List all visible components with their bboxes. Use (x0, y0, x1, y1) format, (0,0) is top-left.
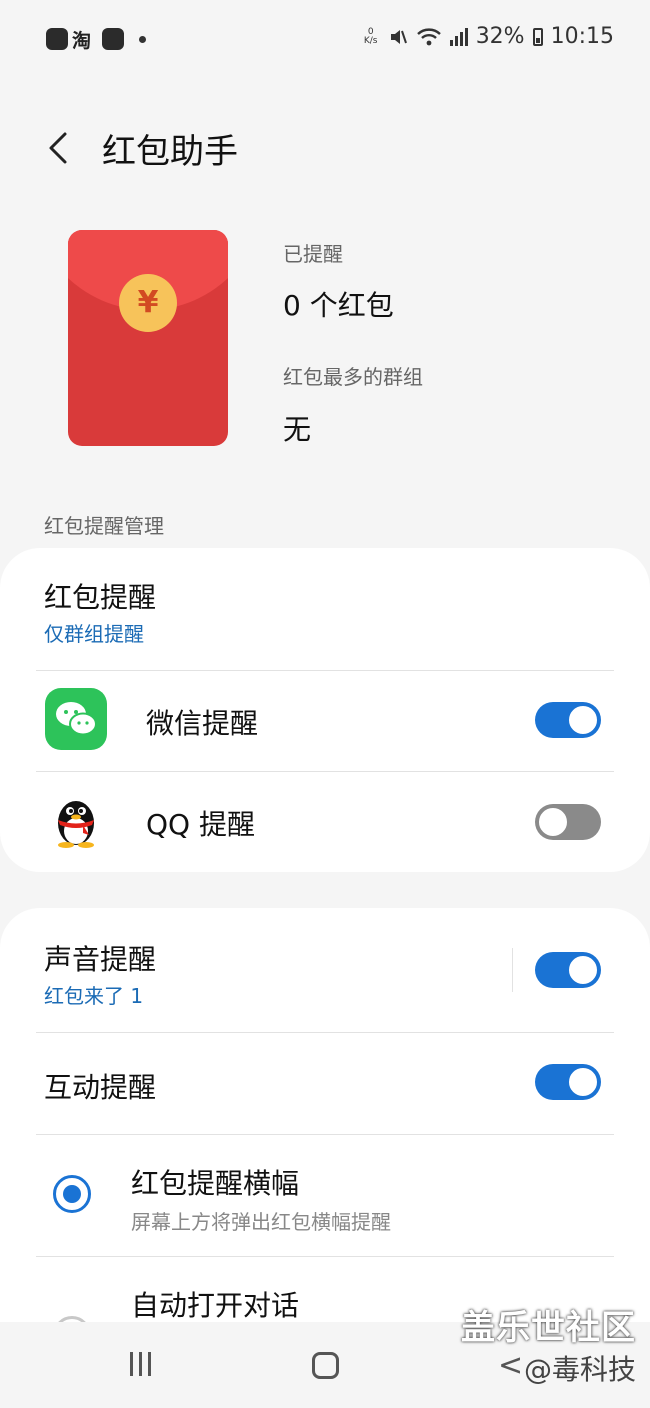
interactive-reminder-row[interactable]: 互动提醒 (0, 1032, 650, 1134)
interactive-reminder-toggle[interactable] (535, 1064, 601, 1100)
home-button[interactable] (312, 1352, 339, 1379)
qq-reminder-label: QQ 提醒 (146, 808, 255, 841)
taobao-notification-icon: 淘 (72, 30, 92, 52)
network-speed-unit: K/s (363, 35, 378, 46)
qq-reminder-row[interactable]: QQ 提醒 (0, 771, 650, 872)
top-group-value: 无 (283, 413, 312, 446)
mute-icon (390, 29, 407, 44)
yuan-coin-icon: ¥ (119, 274, 177, 332)
reminder-mode-row[interactable]: 红包提醒 仅群组提醒 (0, 548, 650, 670)
banner-option-row[interactable]: 红包提醒横幅 屏幕上方将弹出红包横幅提醒 (0, 1134, 650, 1256)
battery-icon (532, 27, 543, 46)
red-envelope-illustration: ¥ (68, 230, 228, 446)
clock: 10:15 (550, 24, 614, 49)
banner-option-title: 红包提醒横幅 (131, 1167, 300, 1200)
battery-percent: 32% (475, 24, 525, 49)
sound-reminder-row[interactable]: 声音提醒 红包来了 1 (0, 908, 650, 1032)
auto-open-option-title: 自动打开对话 (131, 1289, 300, 1322)
sound-reminder-toggle[interactable] (535, 952, 601, 988)
vertical-separator (512, 948, 513, 992)
status-bar: 淘 0 K/s 32% 10:15 (0, 0, 650, 76)
interactive-reminder-title: 互动提醒 (44, 1071, 157, 1104)
reminder-mode-value: 仅群组提醒 (44, 622, 144, 646)
reminded-count: 0 个红包 (283, 289, 394, 322)
notification-check-icon (46, 28, 68, 50)
back-button[interactable] (40, 128, 80, 168)
wechat-reminder-toggle[interactable] (535, 702, 601, 738)
reminder-mode-title: 红包提醒 (44, 581, 157, 614)
banner-radio[interactable] (53, 1175, 91, 1213)
reminded-label: 已提醒 (283, 242, 343, 266)
watermark-community: 盖乐世社区 (461, 1308, 636, 1348)
wifi-icon (416, 27, 441, 45)
status-indicators: 0 K/s 32% 10:15 (362, 24, 614, 49)
reminder-settings-card: 红包提醒 仅群组提醒 微信提醒 QQ 提醒 (0, 548, 650, 872)
nav-back-icon[interactable]: < (498, 1348, 523, 1383)
recent-apps-button[interactable] (130, 1352, 151, 1376)
qq-penguin-icon (45, 789, 107, 851)
page-title: 红包助手 (102, 132, 238, 172)
network-speed: 0 K/s (362, 27, 380, 46)
watermark-author: @毒科技 (523, 1353, 636, 1386)
sound-reminder-value: 红包来了 1 (44, 984, 144, 1008)
banner-option-description: 屏幕上方将弹出红包横幅提醒 (131, 1210, 391, 1234)
section-title: 红包提醒管理 (44, 514, 164, 538)
wechat-reminder-label: 微信提醒 (146, 707, 259, 740)
more-notifications-dot-icon (139, 36, 146, 43)
signal-icon (449, 27, 468, 46)
notification-check-icon-2 (102, 28, 124, 50)
qq-reminder-toggle[interactable] (535, 804, 601, 840)
sound-settings-card: 声音提醒 红包来了 1 互动提醒 红包提醒横幅 屏幕上方将弹出红包横幅提醒 自动… (0, 908, 650, 1322)
chevron-left-icon (49, 132, 67, 164)
wechat-icon (45, 688, 107, 750)
sound-reminder-title: 声音提醒 (44, 943, 157, 976)
top-group-label: 红包最多的群组 (283, 365, 423, 389)
wechat-reminder-row[interactable]: 微信提醒 (0, 670, 650, 771)
